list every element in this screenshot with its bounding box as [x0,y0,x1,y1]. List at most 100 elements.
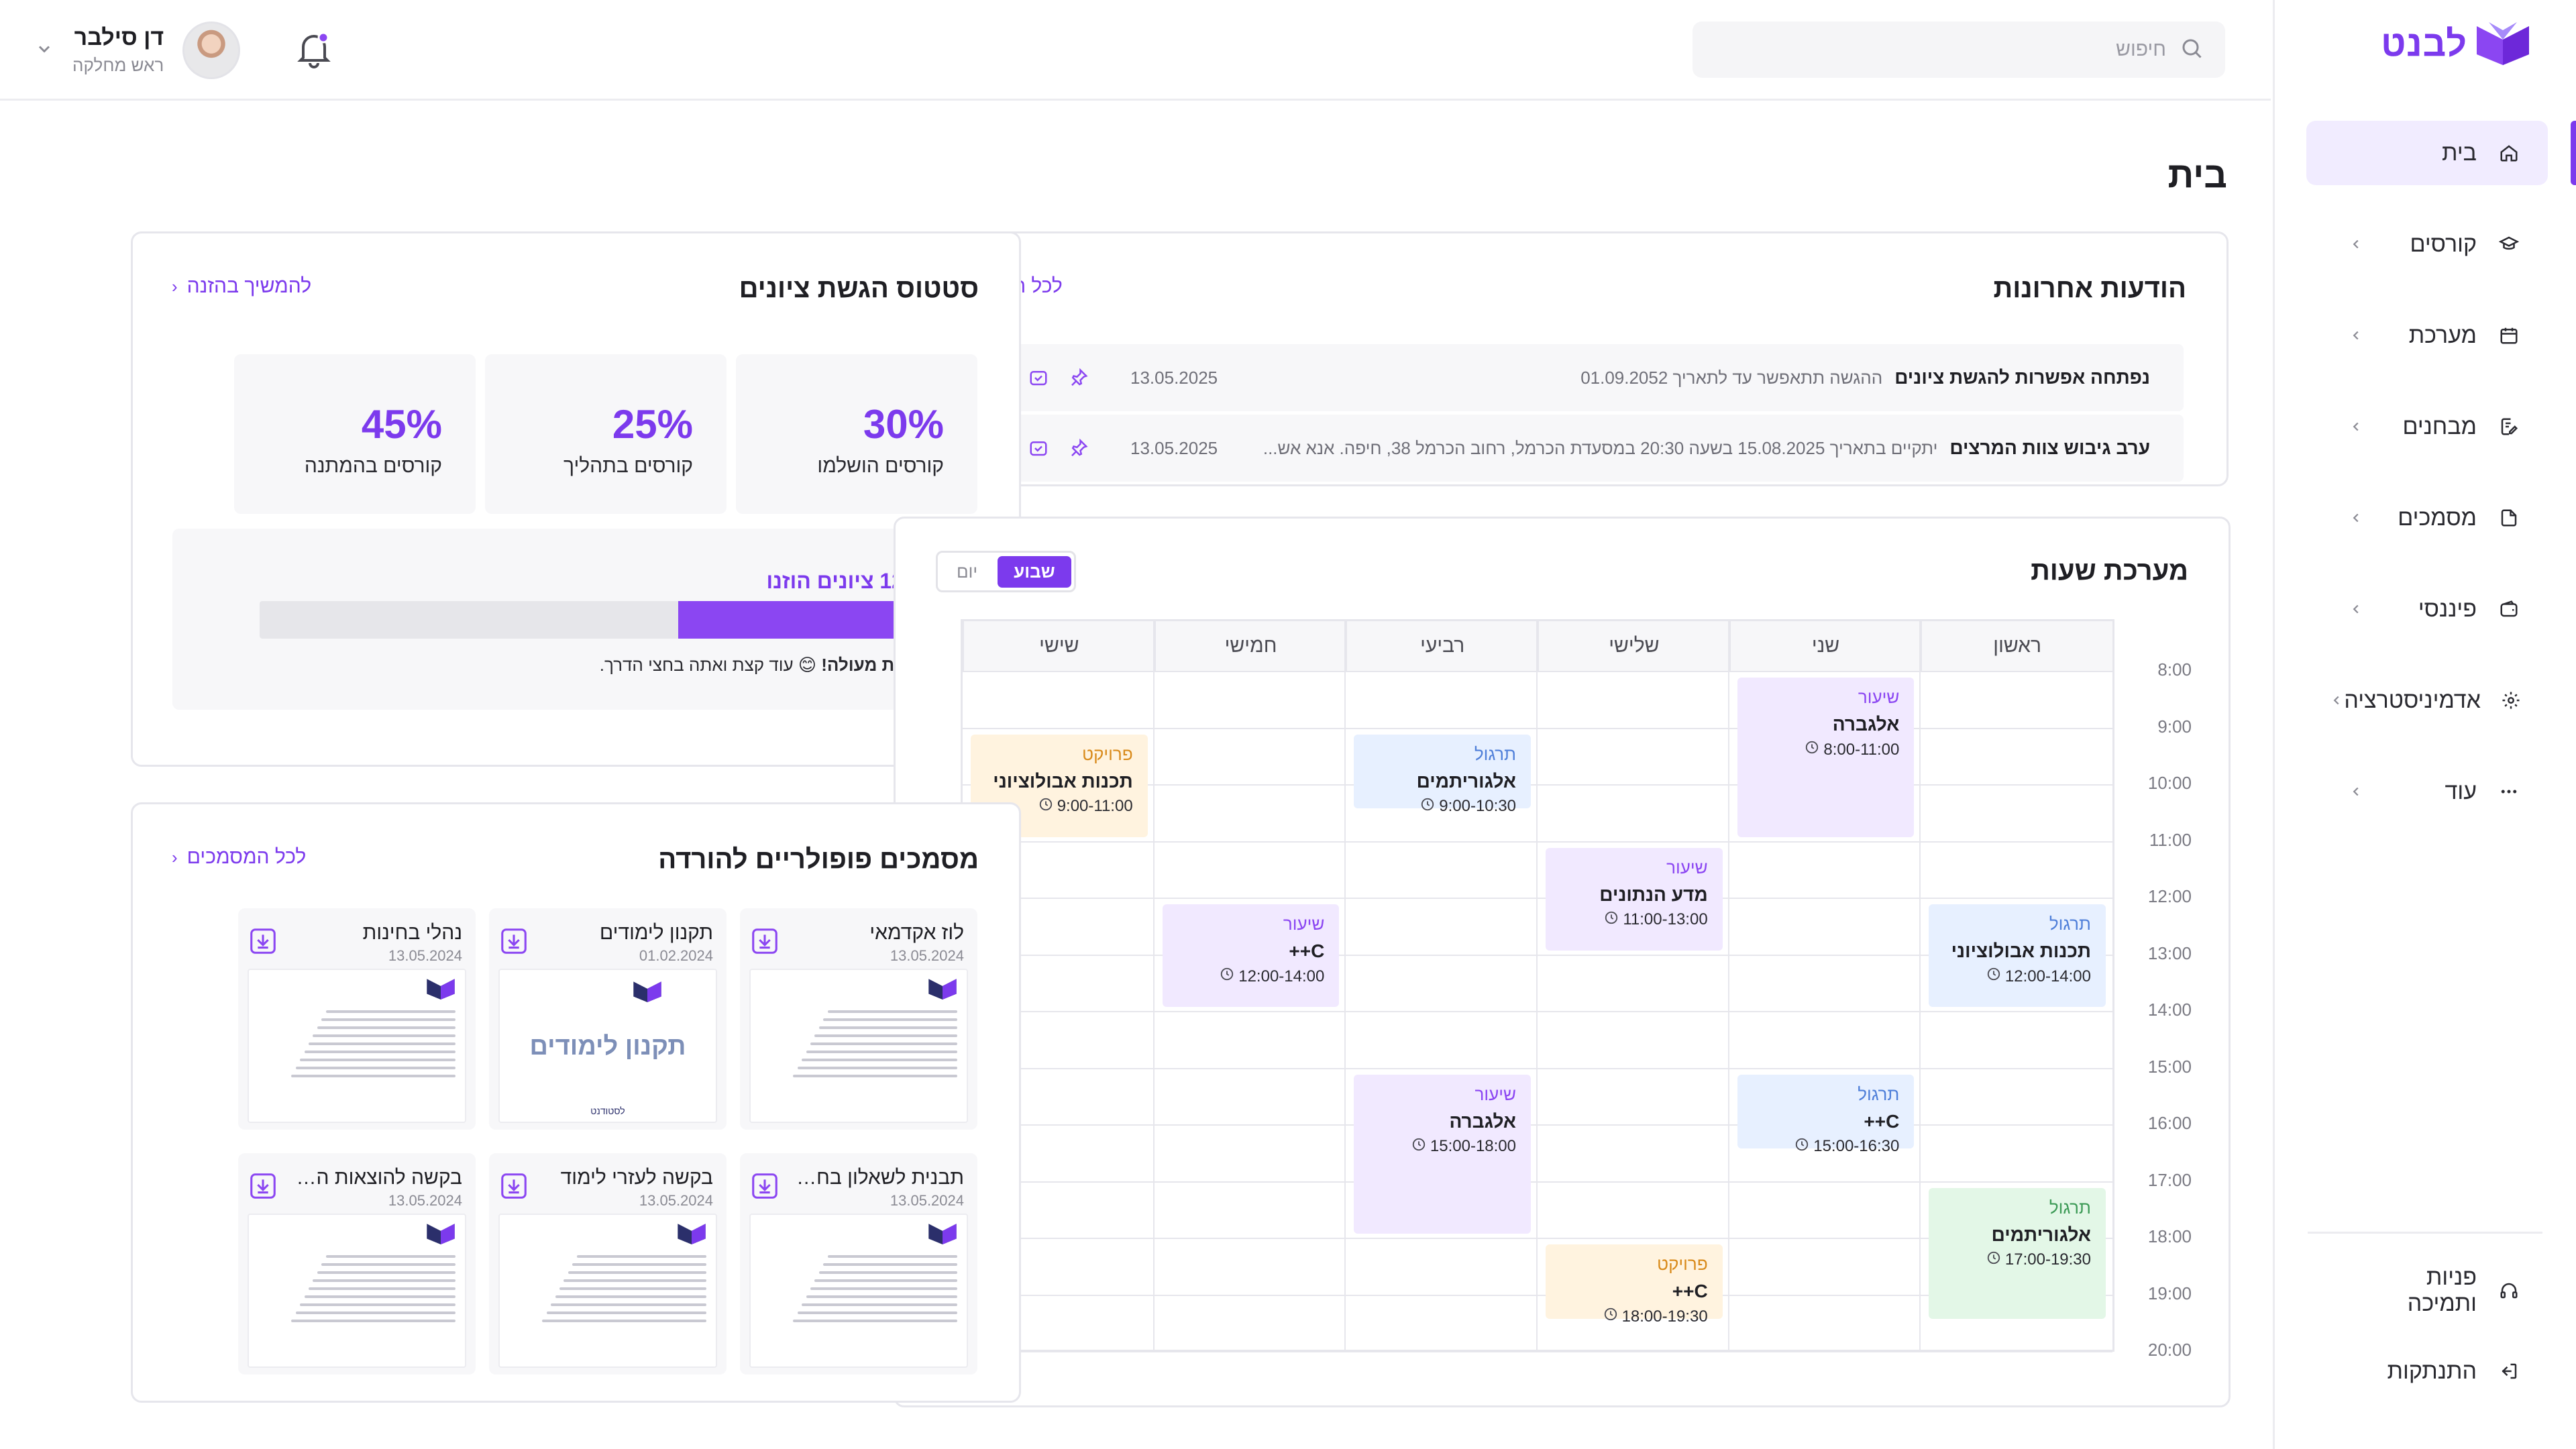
event-type: שיעור [1666,857,1708,877]
chevron-left-icon [2347,235,2365,254]
doc-logo-icon [677,1222,706,1248]
stat-percent: 30% [863,402,944,447]
toggle-week[interactable]: שבוע [998,555,1071,588]
doc-logo-icon [928,977,957,1003]
sidebar-item-schedule[interactable]: מערכת [2306,303,2548,368]
schedule-event[interactable]: תרגול תכנות אבולוציוני 12:00-14:00 [1929,904,2106,1007]
sidebar: לבנט בית קורסים מערכת מבחנים מסמכים פיננ… [2273,0,2576,1449]
sidebar-item-courses[interactable]: קורסים [2306,212,2548,276]
schedule-event[interactable]: תרגול אלגוריתמים 9:00-10:30 [1354,734,1531,815]
stat-label: קורסים הושלמו [817,455,944,477]
search-bar[interactable] [1693,21,2225,78]
user-menu[interactable]: דן סילבר ראש מחלקה [35,20,241,80]
sidebar-item-label: אדמיניסטרציה [2344,687,2481,713]
sidebar-item-support[interactable]: פניות ותמיכה [2306,1258,2548,1323]
schedule-event[interactable]: פרויקט C++ 18:00-19:30 [1546,1244,1723,1326]
more-dots-icon [2497,780,2521,804]
stat-percent: 45% [361,402,442,447]
download-icon[interactable] [498,1171,529,1201]
document-item[interactable]: תבנית לשאלון בחינה 13.05.2024 [740,1153,977,1375]
download-icon[interactable] [498,926,529,957]
schedule-card: מערכת שעות שבוע יום ראשון שני שלישי רביעי חמ… [894,517,2231,1407]
announcement-date: 13.05.2025 [1130,437,1218,458]
clock-icon [1604,910,1619,930]
event-time-text: 8:00-11:00 [1823,740,1900,759]
mark-read-icon[interactable] [1027,437,1050,460]
schedule-event[interactable]: שיעור אלגברה 8:00-11:00 [1737,678,1915,837]
announcement-row[interactable]: ערב גיבוש צוות המרצים יתקיים בתאריך 15.0… [963,415,2184,482]
document-item[interactable]: נהלי בחינות 13.05.2024 [238,908,476,1130]
event-type: תרגול [2049,914,2091,934]
mark-read-icon[interactable] [1027,366,1050,389]
event-time-text: 17:00-19:30 [2004,1250,2091,1269]
avatar[interactable] [182,21,241,79]
day-header: חמישי [1154,621,1346,671]
notification-bell-icon[interactable] [292,28,335,71]
chevron-down-icon[interactable] [35,40,54,62]
download-icon[interactable] [248,1171,278,1201]
sidebar-item-administration[interactable]: אדמיניסטרציה [2306,668,2548,733]
schedule-event[interactable]: שיעור C++ 12:00-14:00 [1162,904,1340,1007]
document-item[interactable]: בקשה לעזרי לימוד 13.05.2024 [489,1153,727,1375]
link-label: להמשיך בהזנה [186,275,312,297]
sidebar-item-documents[interactable]: מסמכים [2306,486,2548,550]
chevron-left-icon [2347,600,2365,619]
link-label: לכל המסמכים [186,846,307,868]
document-thumbnail [248,969,466,1123]
event-name: אלגוריתמים [1991,1224,2091,1245]
stat-in-progress: 25% קורסים בתהליך [485,354,727,514]
event-time-text: 9:00-10:30 [1439,797,1516,815]
grid-row-line [963,1181,2112,1183]
event-name: C++ [1672,1281,1708,1301]
pin-icon[interactable] [1067,437,1090,460]
document-name: בקשה להוצאות השתלמויות [294,1167,462,1189]
top-header: דן סילבר ראש מחלקה [0,0,2271,101]
announcement-row[interactable]: נפתחה אפשרות להגשת ציונים ההגשה תתאפשר ע… [963,344,2184,411]
clock-icon [1805,740,1819,759]
document-thumbnail [248,1214,466,1368]
download-icon[interactable] [749,1171,780,1201]
pin-icon[interactable] [1067,366,1090,389]
all-documents-link[interactable]: לכל המסמכים ‹ [172,846,306,869]
chevron-left-icon [2347,782,2365,801]
sidebar-item-logout[interactable]: התנתקות [2306,1339,2548,1403]
documents-title: מסמכים פופולריים להורדה [658,845,979,874]
schedule-event[interactable]: שיעור מדע הנתונים 11:00-13:00 [1546,847,1723,951]
document-thumbnail: תקנון לימודים לסטודנט [498,969,717,1123]
search-input[interactable] [1714,38,2166,61]
home-icon [2497,141,2521,165]
clock-icon [1986,967,2001,986]
chevron-left-icon: ‹ [172,276,178,297]
event-time-text: 18:00-19:30 [1621,1307,1708,1326]
event-time: 8:00-11:00 [1748,740,1900,759]
schedule-event[interactable]: תרגול אלגוריתמים 17:00-19:30 [1929,1187,2106,1319]
sidebar-item-home[interactable]: בית [2306,121,2548,185]
document-item[interactable]: לוז אקדמאי 13.05.2024 [740,908,977,1130]
grid-column-line [1536,621,1538,1350]
document-item[interactable]: בקשה להוצאות השתלמויות 13.05.2024 [238,1153,476,1375]
sidebar-item-exams[interactable]: מבחנים [2306,394,2548,459]
document-item[interactable]: תקנון לימודים 01.02.2024 תקנון לימודים לסטו… [489,908,727,1130]
brand-logo[interactable]: לבנט [2381,20,2529,67]
grid-column-line [1152,621,1155,1350]
toggle-day[interactable]: יום [941,556,994,588]
time-label: 9:00 [2157,716,2192,737]
day-header: שני [1729,621,1921,671]
download-icon[interactable] [248,926,278,957]
document-date: 13.05.2024 [890,1192,964,1209]
download-icon[interactable] [749,926,780,957]
continue-entry-link[interactable]: להמשיך בהזנה ‹ [172,275,311,298]
event-time-text: 15:00-18:00 [1430,1137,1516,1155]
schedule-event[interactable]: תרגול C++ 15:00-16:30 [1737,1074,1915,1155]
announcement-date: 13.05.2025 [1130,367,1218,388]
sidebar-item-more[interactable]: עוד [2306,759,2548,824]
schedule-event[interactable]: שיעור אלגברה 15:00-18:00 [1354,1074,1531,1234]
event-type: תרגול [2049,1197,2091,1218]
event-time: 12:00-14:00 [1173,967,1324,986]
headset-icon [2497,1279,2521,1303]
event-name: אלגברה [1832,714,1900,735]
sidebar-item-finance[interactable]: פיננסי [2306,577,2548,641]
grid-column-line [1727,621,1729,1350]
doc-logo-icon [928,1222,957,1248]
doc-thumb-title: תקנון לימודים [529,1032,686,1061]
